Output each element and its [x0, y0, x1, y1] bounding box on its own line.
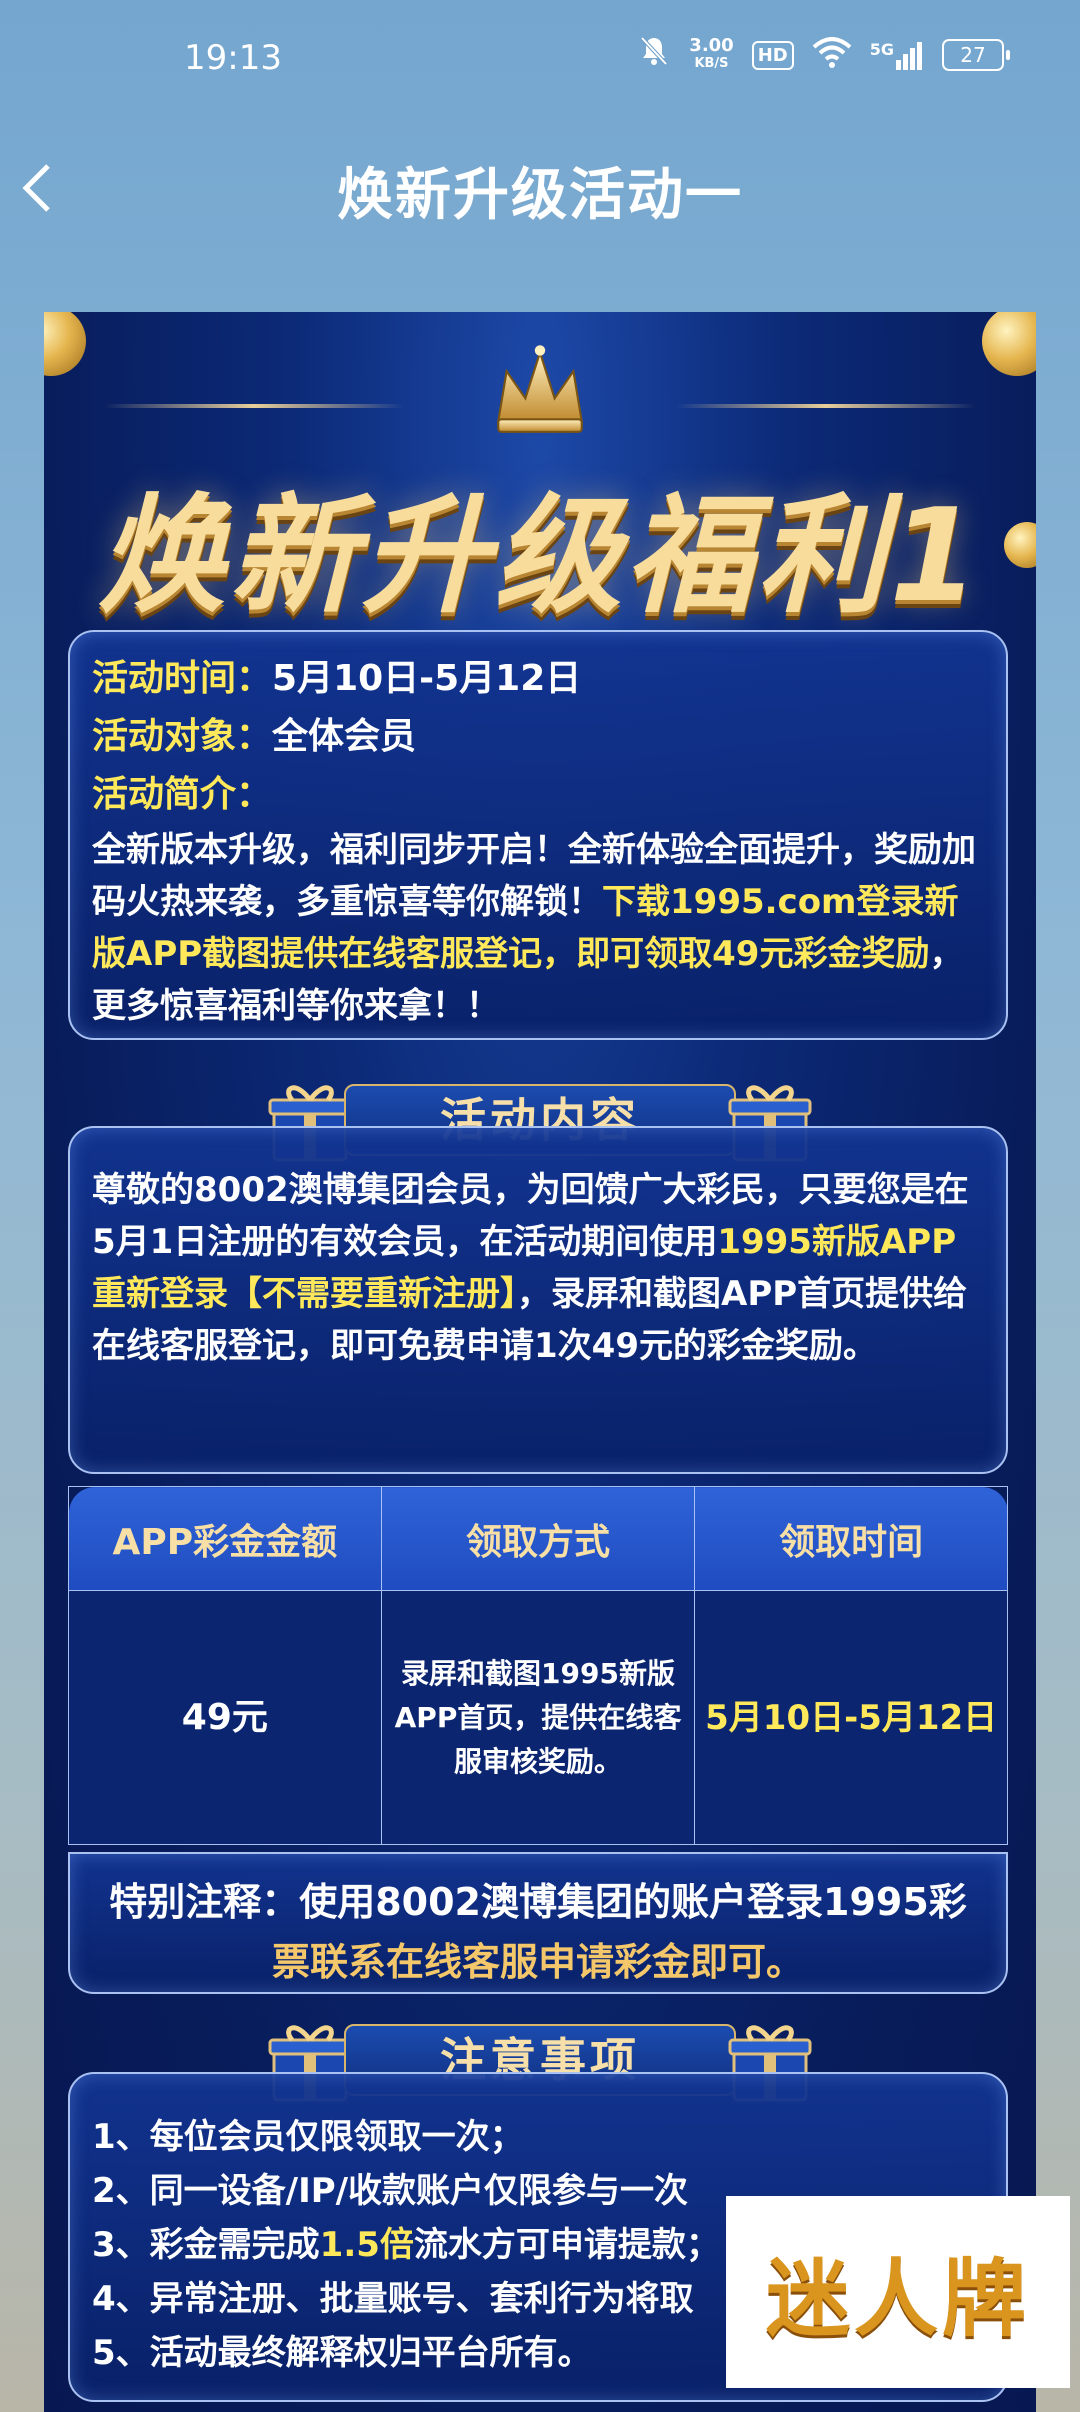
ornament-line-left — [104, 404, 404, 408]
list-item-highlight: 1.5倍 — [319, 2225, 414, 2265]
time-value: 5月10日-5月12日 — [272, 658, 582, 699]
wifi-icon — [812, 37, 852, 73]
table-header: 领取时间 — [694, 1486, 1008, 1591]
ornament-line-right — [676, 404, 976, 408]
status-time: 19:13 — [184, 38, 282, 78]
promo-poster: 焕新升级福利1 活动时间：5月10日-5月12日 活动对象：全体会员 活动简介：… — [44, 312, 1036, 2412]
coin-decoration — [982, 312, 1036, 376]
target-value: 全体会员 — [272, 716, 417, 757]
network-speed: 3.00 KB/S — [689, 37, 733, 73]
title-bar: 焕新升级活动一 — [0, 130, 1080, 240]
time-label: 活动时间： — [92, 658, 273, 699]
watermark-text: 迷人牌 — [765, 2249, 1030, 2348]
special-note-label: 特别注释： — [109, 1880, 300, 1924]
status-icons: 3.00 KB/S HD 5G 27 — [637, 34, 1010, 76]
table-row: 49元 录屏和截图1995新版APP首页，提供在线客服审核奖励。 5月10日-5… — [68, 1590, 1008, 1845]
period-cell: 5月10日-5月12日 — [694, 1590, 1008, 1845]
special-note-panel: 特别注释：使用8002澳博集团的账户登录1995彩 票联系在线客服申请彩金即可。 — [68, 1852, 1008, 1994]
special-note-line1: 特别注释：使用8002澳博集团的账户登录1995彩 — [88, 1872, 988, 1932]
list-item-text: 3、彩金需完成 — [92, 2225, 320, 2265]
page-title: 焕新升级活动一 — [337, 163, 743, 228]
activity-time-row: 活动时间：5月10日-5月12日 — [92, 650, 984, 708]
mute-icon — [637, 34, 671, 76]
amount-cell: 49元 — [68, 1590, 382, 1845]
watermark: 迷人牌 — [726, 2196, 1070, 2388]
special-note-text: 使用8002澳博集团的账户登录1995彩 — [299, 1880, 967, 1924]
special-note-line2: 票联系在线客服申请彩金即可。 — [271, 1940, 804, 1984]
net-speed-unit: KB/S — [694, 56, 729, 71]
activity-target-row: 活动对象：全体会员 — [92, 708, 984, 766]
table-header-row: APP彩金金额 领取方式 领取时间 — [68, 1486, 1008, 1591]
table-header: APP彩金金额 — [68, 1486, 382, 1591]
intro-text: 全新版本升级，福利同步开启！全新体验全面提升，奖励加码火热来袭，多重惊喜等你解锁… — [92, 824, 984, 1032]
signal-label: 5G — [869, 40, 894, 59]
prize-table: APP彩金金额 领取方式 领取时间 49元 录屏和截图1995新版APP首页，提… — [68, 1486, 1008, 1845]
list-item: 1、每位会员仅限领取一次； — [92, 2117, 524, 2157]
method-cell: 录屏和截图1995新版APP首页，提供在线客服审核奖励。 — [380, 1590, 696, 1845]
hd-badge: HD — [751, 40, 794, 70]
poster-headline: 焕新升级福利1 — [97, 482, 983, 631]
list-item-tail: 流水方可申请提款； — [413, 2225, 720, 2265]
target-label: 活动对象： — [92, 716, 273, 757]
intro-label: 活动简介： — [92, 774, 273, 815]
net-speed-value: 3.00 — [689, 35, 734, 56]
battery-icon: 27 — [942, 39, 1010, 71]
status-bar: 19:13 3.00 KB/S HD 5G 27 — [0, 0, 1080, 120]
table-header: 领取方式 — [380, 1486, 696, 1591]
signal-icon: 5G — [870, 40, 924, 70]
activity-info-panel: 活动时间：5月10日-5月12日 活动对象：全体会员 活动简介： 全新版本升级，… — [68, 630, 1008, 1040]
crown-icon — [497, 345, 583, 433]
activity-content-panel: 尊敬的8002澳博集团会员，为回馈广大彩民，只要您是在5月1日注册的有效会员，在… — [68, 1126, 1008, 1474]
content-text: 尊敬的8002澳博集团会员，为回馈广大彩民，只要您是在5月1日注册的有效会员，在… — [92, 1164, 984, 1372]
coin-decoration — [44, 312, 86, 376]
